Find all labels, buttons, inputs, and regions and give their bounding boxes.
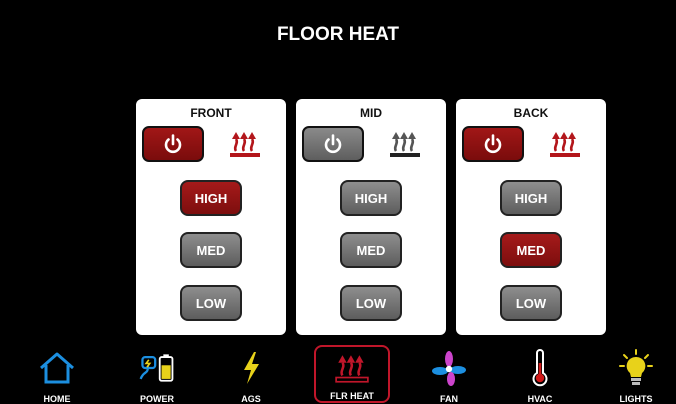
zone-name: BACK [513,106,549,120]
thermometer-icon [532,349,548,387]
zone-front-panel: FRONT HIGH MED LOW [136,99,286,335]
heat-inactive-icon [390,132,420,157]
nav-lights[interactable]: LIGHTS [598,344,674,404]
back-med-button[interactable]: MED [500,232,562,268]
lightbulb-icon [619,349,653,385]
zone-name: FRONT [190,106,232,120]
back-low-button[interactable]: LOW [500,285,562,321]
nav-ags[interactable]: AGS [213,344,289,404]
lightning-icon [244,352,259,384]
nav-home[interactable]: HOME [19,344,95,404]
nav-label: AGS [241,394,261,404]
nav-label: HVAC [527,394,553,404]
mid-power-button[interactable] [302,126,364,162]
heat-active-icon [230,132,260,157]
nav-label: HOME [43,394,71,404]
power-battery-icon [139,354,174,382]
heat-active-icon [550,132,580,157]
back-high-button[interactable]: HIGH [500,180,562,216]
nav-fan[interactable]: FAN [411,344,487,404]
nav-label: FAN [440,394,458,404]
front-power-button[interactable] [142,126,204,162]
front-low-button[interactable]: LOW [180,285,242,321]
front-high-button[interactable]: HIGH [180,180,242,216]
fan-icon [432,351,466,386]
nav-label: LIGHTS [619,394,653,404]
mid-low-button[interactable]: LOW [340,285,402,321]
power-icon [324,134,342,154]
nav-power[interactable]: POWER [119,344,195,404]
mid-high-button[interactable]: HIGH [340,180,402,216]
nav-floor-heat[interactable]: FLR HEAT [314,345,390,403]
front-med-button[interactable]: MED [180,232,242,268]
zone-mid-panel: MID HIGH MED LOW [296,99,446,335]
home-icon [40,352,74,384]
power-icon [484,134,502,154]
back-power-button[interactable] [462,126,524,162]
nav-label: FLR HEAT [330,391,374,401]
nav-hvac[interactable]: HVAC [502,344,578,404]
power-icon [164,134,182,154]
zone-name: MID [360,106,382,120]
zone-back-panel: BACK HIGH MED LOW [456,99,606,335]
mid-med-button[interactable]: MED [340,232,402,268]
floor-heat-icon [335,355,369,383]
nav-label: POWER [139,394,174,404]
page-title: FLOOR HEAT [276,24,400,45]
